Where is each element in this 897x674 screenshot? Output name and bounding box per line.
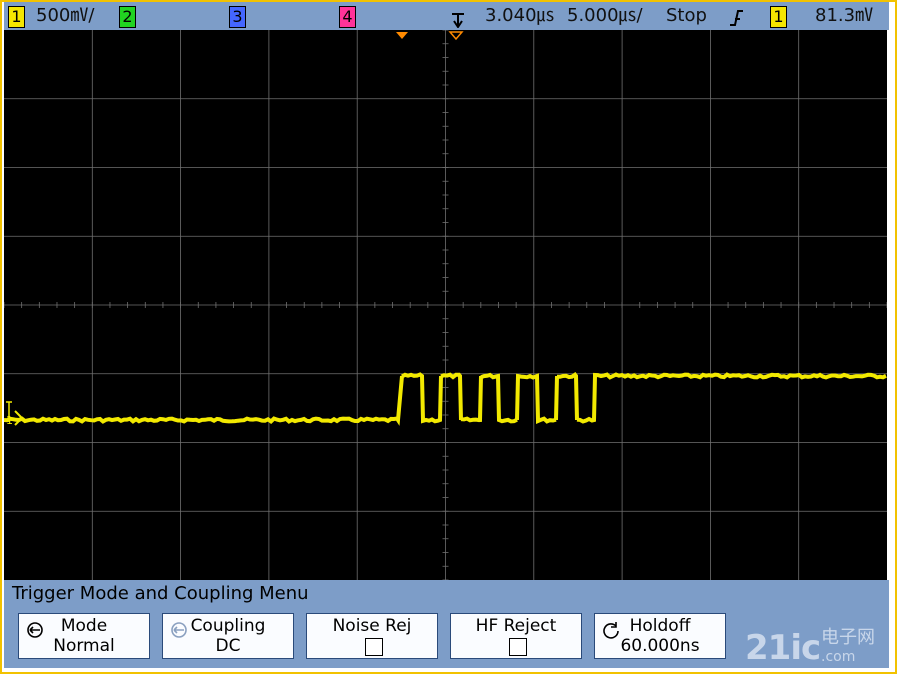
holdoff-label: Holdoff [629,616,691,636]
mode-label: Mode [60,616,108,636]
holdoff-value: 60.000ns [620,636,700,656]
hf-reject-checkbox[interactable] [509,638,527,656]
time-delay[interactable]: 3.040㎲ [485,5,555,27]
trigger-time-marker [396,32,408,39]
rising-edge-icon [730,10,743,26]
coupling-value: DC [215,636,241,656]
coupling-softkey[interactable]: Coupling DC [162,613,294,659]
menu-title: Trigger Mode and Coupling Menu [12,583,309,604]
channel-2-badge[interactable]: 2 [119,6,136,28]
channel-1-scale[interactable]: 500㎷/ [36,5,94,27]
channel-3-badge[interactable]: 3 [229,6,246,28]
watermark-cn-text: 电子网 [821,627,875,648]
channel-4-badge[interactable]: 4 [339,6,356,28]
trigger-position-icon [452,13,464,28]
channel-1-badge[interactable]: 1 [8,6,25,28]
noise-reject-label: Noise Rej [332,616,412,636]
time-scale[interactable]: 5.000㎲/ [567,5,643,27]
delay-reference-marker [448,31,464,41]
coupling-label: Coupling [190,616,266,636]
mode-value: Normal [53,636,115,656]
mode-softkey[interactable]: Mode Normal [18,613,150,659]
watermark-logo: 21ic 电子网 .com [745,627,890,669]
holdoff-softkey[interactable]: Holdoff 60.000ns [594,613,726,659]
run-state[interactable]: Stop [666,5,707,27]
channel-1-trace [3,371,887,426]
waveform-display: 1 [3,29,888,581]
trigger-level[interactable]: 81.3㎷ [815,5,873,27]
noise-reject-checkbox[interactable] [365,638,383,656]
watermark-suffix: .com [821,649,856,665]
graticule: 1 [3,29,888,581]
hf-reject-label: HF Reject [475,616,557,636]
hf-reject-softkey[interactable]: HF Reject [450,613,582,659]
trigger-source-badge[interactable]: 1 [770,6,787,28]
watermark-brand: 21ic [745,628,821,668]
noise-reject-softkey[interactable]: Noise Rej [306,613,438,659]
status-bar: 1 500㎷/ 2 3 4 3.040㎲ 5.000㎲/ Stop 1 81.3… [4,2,889,30]
